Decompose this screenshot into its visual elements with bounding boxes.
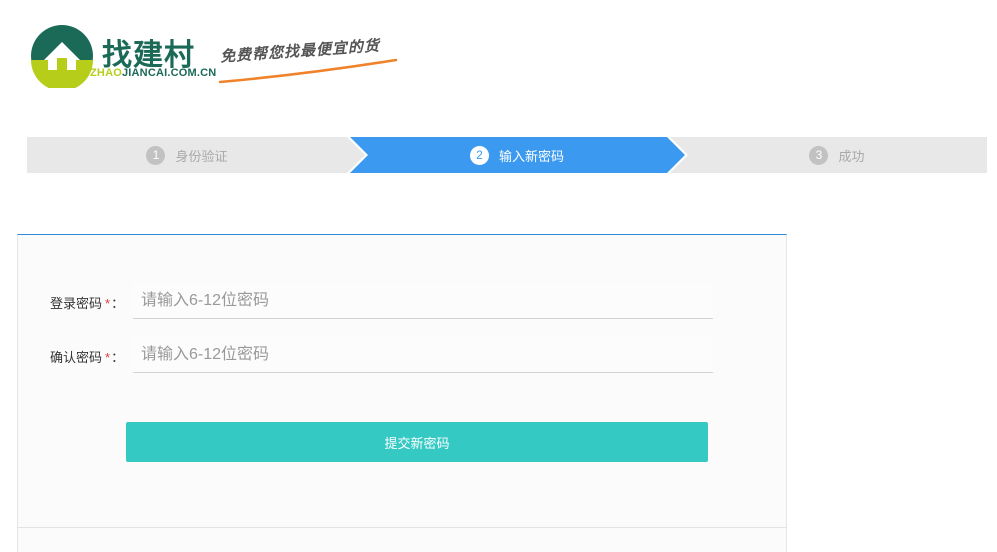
step-label: 成功 bbox=[838, 148, 865, 164]
step-new-password: 2 输入新密码 bbox=[367, 137, 667, 173]
submit-new-password-button[interactable]: 提交新密码 bbox=[126, 422, 708, 462]
password-label: 登录密码 *： bbox=[50, 296, 125, 311]
progress-steps: 1 身份验证 2 输入新密码 3 成功 bbox=[27, 137, 987, 173]
required-mark: * bbox=[105, 350, 111, 365]
step-identity-verify: 1 身份验证 bbox=[27, 137, 347, 173]
required-mark: * bbox=[105, 296, 111, 311]
step-number: 3 bbox=[809, 145, 829, 165]
step-label: 身份验证 bbox=[175, 148, 228, 164]
step-label: 输入新密码 bbox=[498, 148, 564, 164]
slogan-underline bbox=[218, 58, 398, 84]
step-number: 2 bbox=[469, 145, 489, 165]
password-row: 登录密码 *： bbox=[18, 283, 786, 321]
site-logo[interactable]: 找建村 ZHAOJIANCAI.COM.CN 免费帮您找最便宜的货 bbox=[30, 24, 410, 94]
password-input[interactable] bbox=[133, 283, 713, 319]
step-number: 1 bbox=[146, 145, 166, 165]
logo-domain-part2: JIANCAI.COM.CN bbox=[121, 67, 217, 79]
panel-divider bbox=[17, 527, 787, 528]
confirm-password-row: 确认密码 *： bbox=[18, 337, 786, 375]
logo-domain: ZHAOJIANCAI.COM.CN bbox=[90, 67, 216, 79]
confirm-password-input[interactable] bbox=[133, 337, 713, 373]
step-success: 3 成功 bbox=[687, 137, 987, 173]
page: 找建村 ZHAOJIANCAI.COM.CN 免费帮您找最便宜的货 1 身份验证… bbox=[0, 0, 997, 552]
logo-domain-part1: ZHAO bbox=[90, 67, 122, 79]
confirm-password-label: 确认密码 *： bbox=[50, 350, 125, 365]
reset-password-form: 登录密码 *： 确认密码 *： 提交新密码 bbox=[17, 234, 787, 552]
